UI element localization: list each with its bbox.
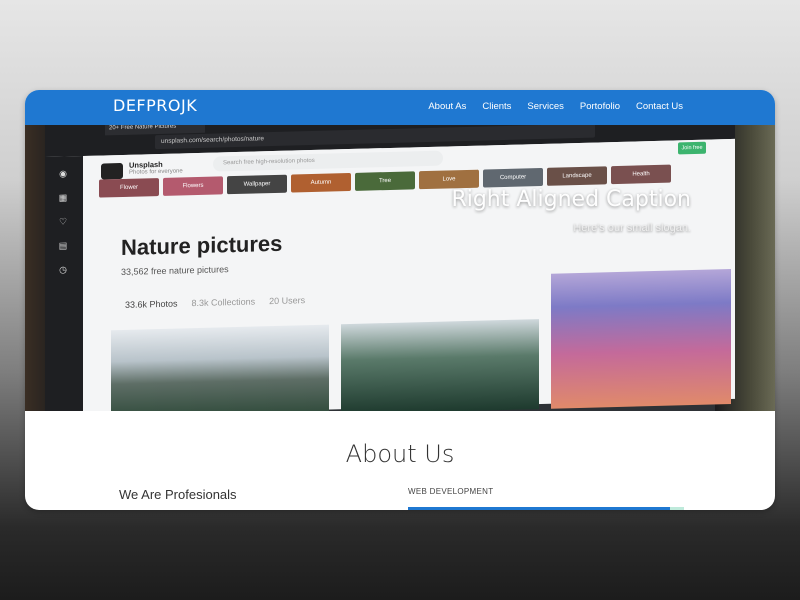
skill-progress-bar (408, 507, 684, 510)
chip: Landscape (547, 166, 607, 186)
chip: Flower (99, 178, 159, 198)
camera-icon: ◉ (59, 168, 67, 179)
chip: Computer (483, 167, 543, 188)
nav-clients[interactable]: Clients (482, 101, 511, 112)
hero-image-laptop-screen: 20+ Free Nature Pictures unsplash.com/se… (45, 125, 735, 411)
chip: Health (611, 164, 671, 185)
browser-sidebar: ◉ ▦ ♡ ▤ ◷ (45, 156, 83, 411)
carousel-caption-subtitle: Here's our small slogan. (573, 222, 691, 234)
nav-portfolio[interactable]: Portofolio (580, 101, 620, 112)
chip: Autumn (291, 172, 351, 193)
heart-icon: ♡ (58, 216, 68, 227)
nature-tabs: 33.6k Photos 8.3k Collections 20 Users (125, 295, 305, 310)
news-icon: ▤ (58, 240, 68, 251)
navbar: DEFPROJK About As Clients Services Porto… (25, 90, 775, 125)
tab-photos: 33.6k Photos (125, 298, 178, 310)
photo-mountains (111, 324, 329, 411)
chip: Tree (355, 171, 415, 191)
nature-count: 33,562 free nature pictures (121, 264, 229, 278)
tab-collections: 8.3k Collections (191, 296, 256, 309)
nav-about[interactable]: About As (428, 101, 466, 112)
nav-contact[interactable]: Contact Us (636, 101, 683, 112)
unsplash-search: Search free high-resolution photos (213, 150, 443, 172)
about-heading: About Us (345, 440, 455, 468)
unsplash-page: Unsplash Photos for everyone Search free… (83, 138, 735, 411)
clock-icon: ◷ (59, 264, 67, 275)
unsplash-tagline: Photos for everyone (129, 168, 183, 176)
chip: Flowers (163, 176, 223, 196)
brand-logo[interactable]: DEFPROJK (113, 96, 197, 115)
nav-links: About As Clients Services Portofolio Con… (428, 101, 683, 112)
page-card: DEFPROJK About As Clients Services Porto… (25, 90, 775, 510)
unsplash-camera-icon (101, 162, 123, 180)
skill-progress-fill (408, 507, 671, 510)
unsplash-join-button: Join free (678, 141, 706, 155)
chip: Wallpaper (227, 174, 287, 195)
hero-carousel[interactable]: 20+ Free Nature Pictures unsplash.com/se… (25, 125, 775, 411)
tab-users: 20 Users (269, 295, 306, 307)
skill-label: WEB DEVELOPMENT (408, 487, 494, 496)
about-subheading: We Are Profesionals (119, 487, 237, 502)
photo-sky (551, 269, 731, 409)
carousel-caption-title: Right Aligned Caption (451, 187, 691, 212)
photo-forest (341, 319, 539, 411)
grid-icon: ▦ (58, 192, 68, 203)
nav-services[interactable]: Services (527, 101, 563, 112)
nature-heading: Nature pictures (121, 230, 283, 261)
